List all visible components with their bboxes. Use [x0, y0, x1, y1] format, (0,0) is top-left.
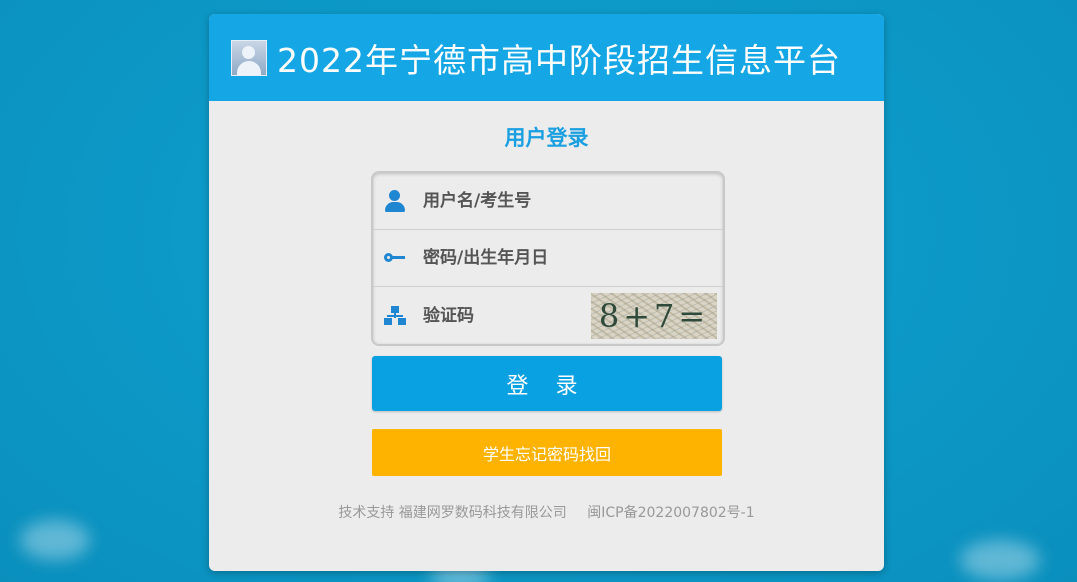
header-bar: 2022年宁德市高中阶段招生信息平台 — [209, 14, 884, 101]
login-heading: 用户登录 — [504, 126, 589, 150]
password-input[interactable] — [423, 248, 593, 268]
forgot-password-button[interactable]: 学生忘记密码找回 — [372, 429, 722, 476]
captcha-row: 8+7= — [373, 287, 723, 344]
password-row — [373, 230, 723, 287]
user-icon — [383, 189, 407, 213]
captcha-image[interactable]: 8+7= — [591, 293, 717, 339]
icp-link[interactable]: 闽ICP备2022007802号-1 — [587, 505, 754, 521]
key-icon — [383, 246, 407, 270]
user-avatar-icon — [231, 39, 267, 76]
login-form: 8+7= — [371, 171, 725, 346]
background-bubble — [960, 540, 1040, 580]
tech-support-text: 技术支持 福建网罗数码科技有限公司 — [338, 505, 567, 521]
network-icon — [383, 304, 407, 328]
page-title: 2022年宁德市高中阶段招生信息平台 — [277, 40, 841, 80]
captcha-input[interactable] — [423, 305, 593, 326]
footer: 技术支持 福建网罗数码科技有限公司 闽ICP备2022007802号-1 — [209, 502, 884, 522]
username-input[interactable] — [423, 191, 593, 211]
login-button[interactable]: 登 录 — [372, 356, 722, 411]
username-row — [373, 173, 723, 230]
background-bubble — [20, 520, 90, 560]
login-panel: 2022年宁德市高中阶段招生信息平台 用户登录 8+7= 登 录 学生忘记密码找… — [209, 14, 884, 571]
